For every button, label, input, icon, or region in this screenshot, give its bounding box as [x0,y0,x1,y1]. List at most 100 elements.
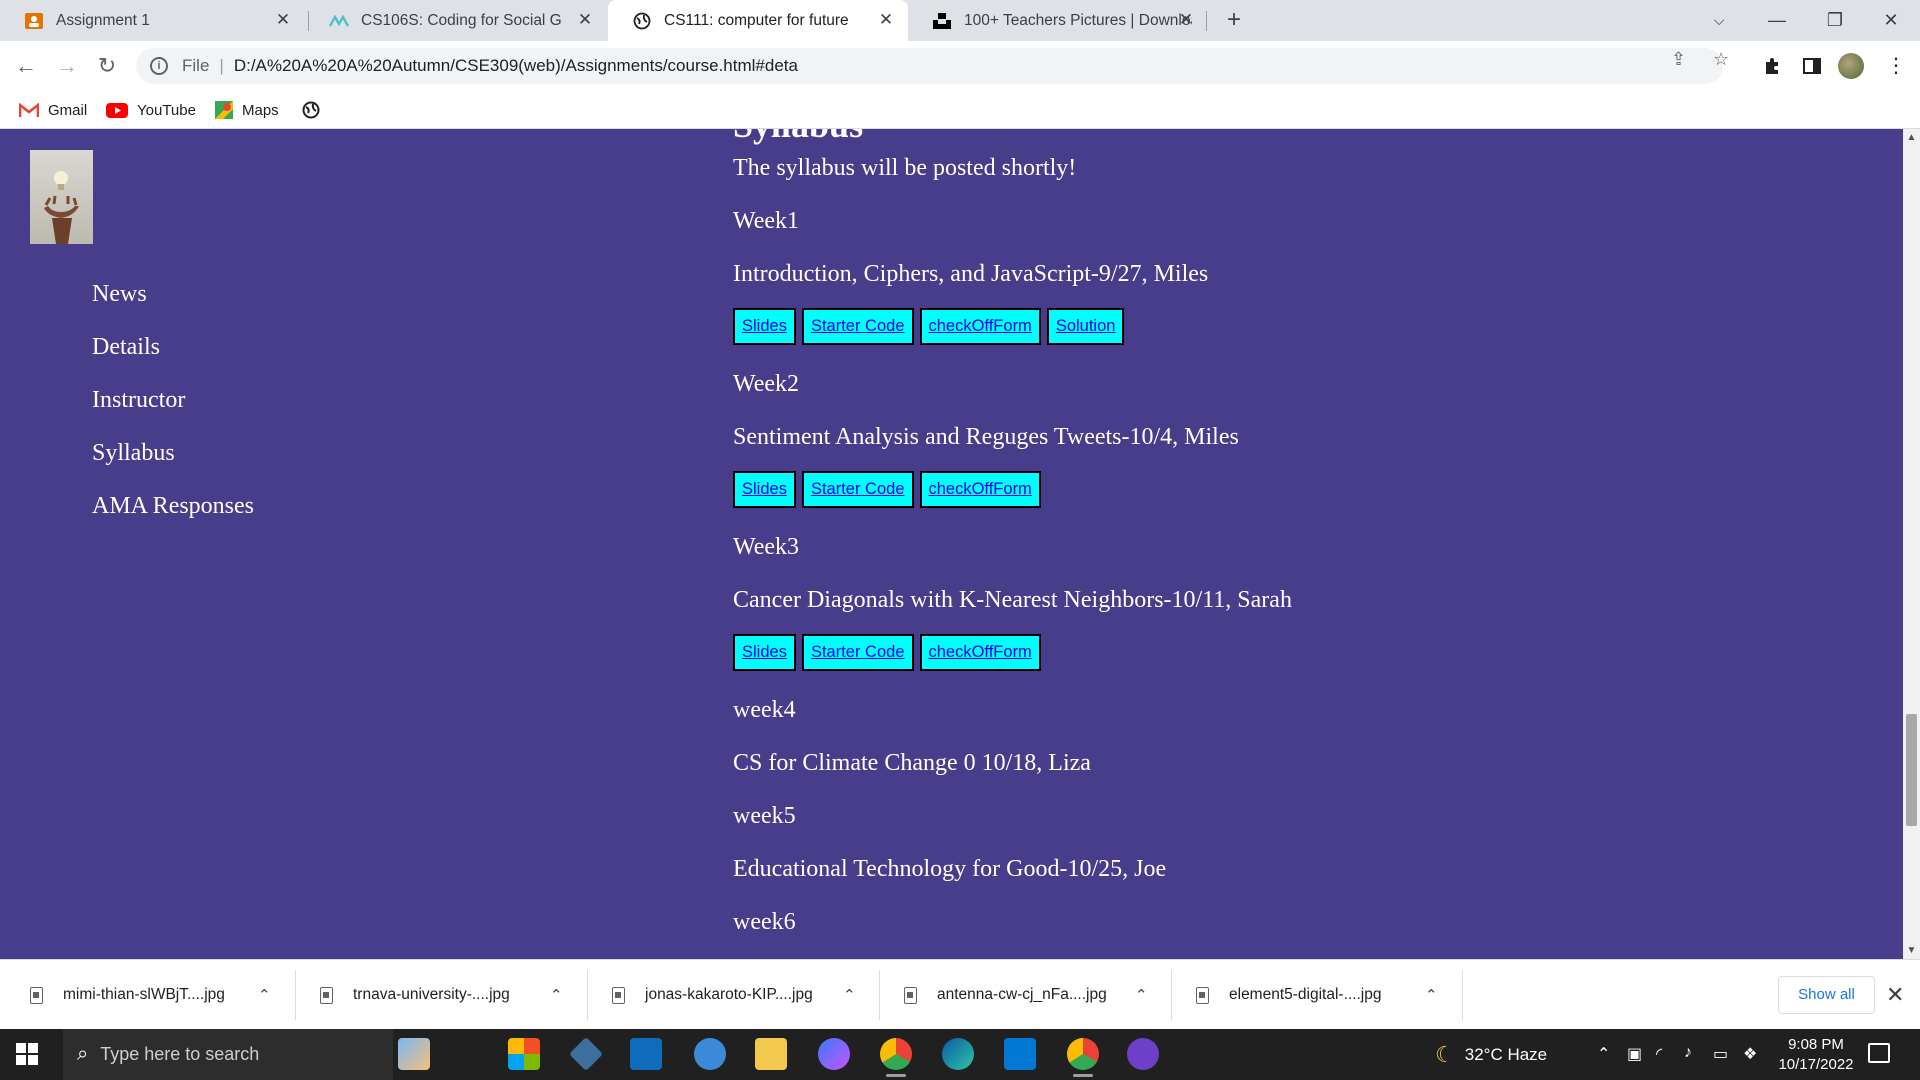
bookmark-maps[interactable]: Maps [215,91,279,129]
download-item[interactable]: mimi-thian-slWBjT....jpg ⌃ [30,960,280,1030]
chevron-up-icon[interactable]: ⌃ [1135,986,1148,1004]
starter-code-button[interactable]: Starter Code [801,308,914,345]
chrome-active-icon[interactable] [1067,1038,1099,1077]
vscode-icon[interactable] [1004,1038,1036,1070]
tab-teachers-pictures[interactable]: 100+ Teachers Pictures | Download ✕ [908,0,1208,41]
github-desktop-icon[interactable] [1127,1038,1159,1070]
chevron-up-icon[interactable]: ⌃ [843,986,856,1004]
clock-time: 9:08 PM [1788,1036,1844,1053]
bookmark-star-icon[interactable]: ☆ [1713,49,1729,70]
meet-now-icon[interactable]: ▣ [1627,1044,1642,1064]
chevron-up-icon[interactable]: ⌃ [1425,986,1438,1004]
tab-title: CS106S: Coding for Social Good [361,11,561,29]
wifi-icon[interactable]: ◜ [1656,1044,1662,1064]
week-label: Week1 [733,208,800,234]
new-tab-button[interactable]: + [1221,7,1247,33]
side-panel-icon[interactable] [1796,50,1828,82]
bookmark-globe[interactable] [302,91,329,129]
chevron-up-icon[interactable]: ⌃ [258,986,271,1004]
tab-cs111[interactable]: CS111: computer for future ✕ [608,0,908,41]
info-icon[interactable]: i [150,57,168,75]
address-bar[interactable]: i File | D:/A%20A%20A%20Autumn/CSE309(we… [136,48,1723,84]
show-all-downloads-button[interactable]: Show all [1778,976,1875,1014]
nav-link-syllabus[interactable]: Syllabus [92,438,254,491]
tab-search-chevron-icon[interactable]: ⌵ [1690,0,1748,41]
weather-moon-icon[interactable]: ☾ [1435,1042,1455,1068]
download-item[interactable]: element5-digital-....jpg ⌃ [1196,960,1446,1030]
slides-button[interactable]: Slides [733,634,796,671]
slides-button[interactable]: Slides [733,471,796,508]
bookmarks-bar: Gmail YouTube Maps [0,91,1920,129]
url-text[interactable]: D:/A%20A%20A%20Autumn/CSE309(web)/Assign… [234,56,798,76]
starter-code-button[interactable]: Starter Code [801,634,914,671]
tab-cs106s[interactable]: CS106S: Coding for Social Good ✕ [305,0,607,41]
file-icon [1196,986,1209,1004]
volume-icon[interactable]: ♪ [1684,1044,1692,1062]
download-divider [587,970,588,1020]
scroll-down-arrow-icon[interactable]: ▼ [1903,945,1920,956]
taskbar-search-box[interactable]: ⌕ Type here to search [63,1029,393,1080]
nav-link-instructor[interactable]: Instructor [92,385,254,438]
edge-icon[interactable] [942,1038,974,1070]
bookmark-label: Maps [242,101,279,119]
nav-link-news[interactable]: News [92,279,254,332]
battery-icon[interactable]: ▭ [1713,1044,1728,1064]
bookmark-youtube[interactable]: YouTube [106,91,196,129]
nav-link-details[interactable]: Details [92,332,254,385]
scrollbar-thumb[interactable] [1906,714,1917,826]
dropbox-icon[interactable]: ❖ [1743,1044,1757,1064]
checkoff-form-button[interactable]: checkOffForm [919,634,1041,671]
windows-start-icon[interactable] [16,1043,38,1065]
starter-code-button[interactable]: Starter Code [801,471,914,508]
checkoff-form-button[interactable]: checkOffForm [919,308,1041,345]
taskbar-clock[interactable]: 9:08 PM 10/17/2022 [1768,1035,1864,1075]
messenger-icon[interactable] [818,1038,850,1070]
sidebar-nav: News Details Instructor Syllabus AMA Res… [92,279,254,544]
mail-icon[interactable] [630,1038,662,1070]
menu-kebab-icon[interactable]: ⋮ [1880,50,1912,82]
chevron-up-icon[interactable]: ⌃ [550,986,563,1004]
bookmark-gmail[interactable]: Gmail [19,91,87,129]
download-divider [1462,970,1463,1020]
scroll-up-arrow-icon[interactable]: ▲ [1903,132,1920,143]
download-item[interactable]: jonas-kakaroto-KIP....jpg ⌃ [612,960,862,1030]
bookmark-label: YouTube [137,101,196,119]
close-icon[interactable]: ✕ [273,10,293,30]
git-icon[interactable] [569,1037,603,1071]
microsoft-store-icon[interactable] [508,1038,540,1070]
weather-text[interactable]: 32°C Haze [1465,1045,1547,1065]
checkoff-form-button[interactable]: checkOffForm [919,471,1041,508]
close-icon[interactable]: ✕ [1886,982,1904,1008]
chrome-icon[interactable] [880,1038,912,1077]
reload-button[interactable]: ↻ [91,50,123,82]
notifications-icon[interactable] [1868,1043,1890,1063]
slides-button[interactable]: Slides [733,308,796,345]
close-window-button[interactable]: ✕ [1862,0,1920,41]
download-item[interactable]: antenna-cw-cj_nFa....jpg ⌃ [904,960,1154,1030]
close-icon[interactable]: ✕ [876,10,896,30]
globe-icon [302,101,320,119]
forward-button[interactable]: → [51,50,83,82]
chevron-up-icon[interactable]: ⌃ [1597,1044,1610,1064]
page-scrollbar[interactable]: ▲ ▼ [1903,129,1920,959]
restore-button[interactable]: ❐ [1806,0,1864,41]
nav-link-ama-responses[interactable]: AMA Responses [92,491,254,544]
syllabus-intro: The syllabus will be posted shortly! [733,155,1077,181]
file-explorer-icon[interactable] [755,1038,787,1070]
qbittorrent-icon[interactable] [694,1038,726,1070]
tab-assignment-1[interactable]: Assignment 1 ✕ [0,0,305,41]
minimize-button[interactable]: — [1748,0,1806,41]
solution-button[interactable]: Solution [1046,308,1125,345]
extensions-puzzle-icon[interactable] [1756,50,1788,82]
download-divider [879,970,880,1020]
back-button[interactable]: ← [10,50,42,82]
download-item[interactable]: trnava-university-....jpg ⌃ [320,960,570,1030]
close-icon[interactable]: ✕ [575,10,595,30]
unsplash-icon [932,11,952,31]
close-icon[interactable]: ✕ [1176,10,1196,30]
search-highlight-icon[interactable] [398,1038,430,1070]
week-topic: CS for Climate Change 0 10/18, Liza [733,750,1091,776]
tab-title: CS111: computer for future [664,11,849,29]
share-icon[interactable]: ⇪ [1671,49,1686,70]
profile-avatar[interactable] [1838,53,1864,79]
